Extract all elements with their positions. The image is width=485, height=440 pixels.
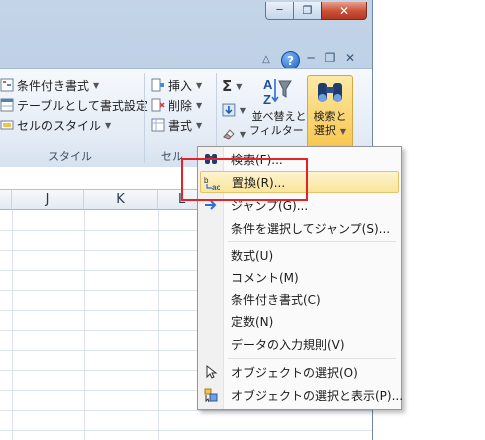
clear-button[interactable]: ▼ [222,125,246,143]
insert-label: 挿入 [168,78,193,93]
workbook-minimize-icon[interactable]: ─ [303,50,319,66]
menu-item-label: データの入力規則(V) [231,337,345,352]
delete-label: 削除 [168,98,193,113]
menu-item-label: 条件を選択してジャンプ(S)... [231,221,391,236]
cell-styles-button[interactable]: セルのスタイル ▼ [0,115,158,135]
insert-cells-button[interactable]: 挿入 ▼ [151,75,202,95]
menu-item-select-objects[interactable]: オブジェクトの選択(O) [200,361,399,383]
menu-item-data-validation[interactable]: データの入力規則(V) [200,333,399,355]
style-group: 条件付き書式 ▼ テーブルとして書式設定 ▼ セルのスタイル ▼ [0,75,158,135]
restore-icon: ❐ [302,4,313,17]
format-cells-button[interactable]: 書式 ▼ [151,115,202,135]
sort-filter-label-line1: 並べ替えと [251,110,307,123]
chevron-down-icon: ▼ [236,81,243,91]
menu-item-label: コメント(M) [231,270,299,285]
workbook-restore-icon[interactable]: ❐ [322,50,338,66]
delete-cells-icon [151,98,165,112]
sort-filter-button[interactable]: A Z 並べ替えと フィルター▼ [249,73,314,147]
svg-text:A: A [263,77,273,92]
sort-filter-label-line2: フィルター [249,124,304,137]
grid-line [12,210,13,440]
cells-group: 挿入 ▼ 削除 ▼ 書式 ▼ [151,75,202,135]
chevron-down-icon: ▼ [196,80,203,90]
title-bar: ─ ❐ ✕ [0,0,372,30]
maximize-button[interactable]: ❐ [293,2,322,20]
conditional-formatting-icon [0,78,14,92]
menu-item-selection-pane[interactable]: オブジェクトの選択と表示(P)... [200,384,403,406]
chevron-down-icon: ▼ [93,80,100,90]
binoculars-icon [318,83,342,102]
delete-cells-button[interactable]: 削除 ▼ [151,95,202,115]
cell-styles-icon [0,120,14,130]
selection-pane-icon [204,388,218,403]
menu-item-conditional-formatting[interactable]: 条件付き書式(C) [200,288,399,310]
ribbon-tab-bar: △ ─ ❐ ✕ [0,42,372,70]
menu-separator [228,358,396,359]
conditional-formatting-button[interactable]: 条件付き書式 ▼ [0,75,158,95]
grid-line [158,210,159,440]
format-label: 書式 [168,118,193,133]
conditional-formatting-label: 条件付き書式 [17,78,90,93]
menu-item-formulas[interactable]: 数式(U) [200,244,399,266]
svg-text:Z: Z [263,92,271,107]
chevron-down-icon: ▼ [239,129,246,139]
close-icon: ✕ [338,3,350,18]
menu-item-constants[interactable]: 定数(N) [200,310,399,332]
menu-separator [228,241,396,242]
menu-item-label: オブジェクトの選択(O) [231,365,358,380]
menu-item-label: 条件付き書式(C) [231,292,321,307]
menu-item-label: オブジェクトの選択と表示(P)... [231,388,404,403]
menu-item-goto-special[interactable]: 条件を選択してジャンプ(S)... [200,217,399,239]
format-as-table-label: テーブルとして書式設定 [17,98,148,113]
find-select-label-line1: 検索と [313,110,347,123]
format-as-table-icon [0,98,14,112]
minimize-icon: ─ [276,5,283,16]
format-as-table-button[interactable]: テーブルとして書式設定 ▼ [0,95,158,115]
sort-filter-icon: A Z [263,77,292,107]
chevron-down-icon: ▼ [196,120,203,130]
sigma-icon: Σ [222,77,233,95]
grid-line [0,410,372,411]
annotation-highlight [181,158,308,201]
close-button[interactable]: ✕ [321,2,367,20]
minimize-ribbon-icon[interactable]: △ [259,52,273,66]
eraser-icon [223,129,235,140]
style-group-label: スタイル [48,150,92,163]
menu-item-label: 数式(U) [231,248,274,263]
group-separator [144,73,145,163]
column-header-j[interactable]: J [12,190,84,210]
find-select-label-line2: 選択 [313,124,336,137]
minimize-button[interactable]: ─ [265,2,294,20]
find-select-button[interactable]: 検索と 選択 ▼ [307,75,353,149]
grid-line [0,430,372,431]
column-header-k[interactable]: K [84,190,158,210]
menu-item-comments[interactable]: コメント(M) [200,266,399,288]
chevron-down-icon: ▼ [196,100,203,110]
grid-line [84,210,85,440]
workbook-close-icon[interactable]: ✕ [342,50,358,66]
fill-down-icon [222,103,236,117]
menu-item-label: 定数(N) [231,314,274,329]
chevron-down-icon: ▼ [239,105,246,115]
format-cells-icon [151,118,165,132]
fill-button[interactable]: ▼ [222,101,246,119]
column-header[interactable] [0,190,12,210]
autosum-button[interactable]: Σ ▼ [222,77,246,95]
chevron-down-icon: ▼ [339,127,347,136]
chevron-down-icon: ▼ [105,120,112,130]
cell-styles-label: セルのスタイル [17,118,102,133]
insert-cells-icon [151,78,164,92]
select-objects-icon [206,364,218,379]
